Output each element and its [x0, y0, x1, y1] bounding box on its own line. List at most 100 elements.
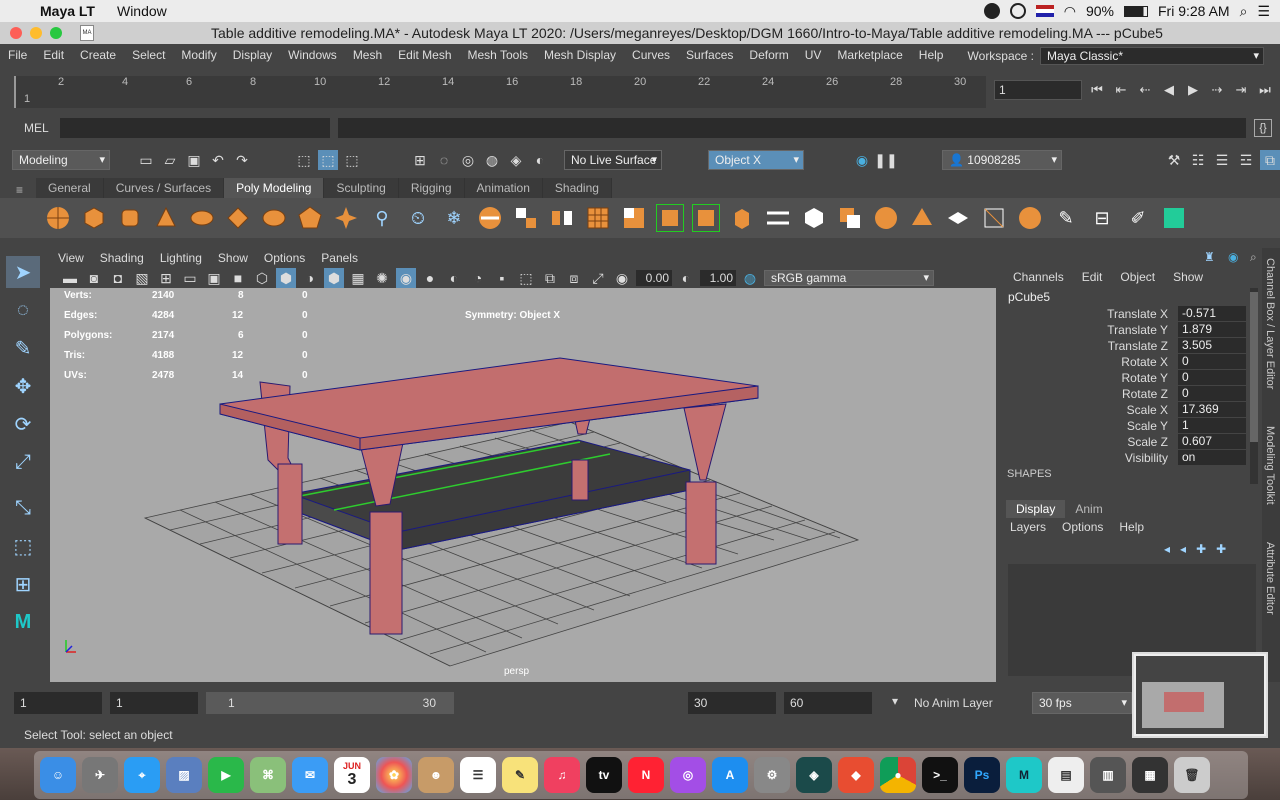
messages-icon[interactable]: ✉ [292, 757, 328, 793]
podcasts-icon[interactable]: ◎ [670, 757, 706, 793]
select-component-icon[interactable]: ⬚ [342, 150, 362, 170]
move-tool-icon[interactable]: ✥ [6, 370, 40, 402]
anti-aliasing-icon[interactable]: ◔ [468, 268, 488, 288]
notes-icon[interactable]: ✎ [502, 757, 538, 793]
sweep-mesh-icon[interactable]: ⚲ [368, 204, 396, 232]
mel-input[interactable] [60, 118, 330, 138]
scale-tool-icon[interactable]: ⤢ [6, 446, 40, 478]
battery-icon[interactable] [1124, 5, 1148, 17]
range-slider-bar[interactable]: 1 30 [206, 692, 454, 714]
app-menu[interactable]: Maya LT [40, 3, 95, 19]
cb-menu-edit[interactable]: Edit [1073, 270, 1112, 284]
gamma-icon[interactable]: ◐ [676, 268, 696, 288]
go-to-end-icon[interactable]: ⏭ [1256, 81, 1274, 99]
grid-toggle-icon[interactable]: ⊞ [156, 268, 176, 288]
menu-mesh[interactable]: Mesh [345, 48, 390, 62]
contacts-icon[interactable]: ☻ [418, 757, 454, 793]
timeline-track[interactable]: 1 2 4 6 8 10 12 14 16 18 20 22 24 26 28 … [14, 76, 986, 108]
type-icon[interactable]: ⏲ [404, 204, 432, 232]
current-frame-field[interactable]: 1 [994, 80, 1082, 100]
terminal-icon[interactable]: >_ [922, 757, 958, 793]
photoshop-icon[interactable]: Ps [964, 757, 1000, 793]
channel-row[interactable]: Scale Z 0.607 [1004, 434, 1248, 450]
creative-cloud-icon[interactable] [983, 3, 1000, 19]
film-gate-icon[interactable]: ▭ [180, 268, 200, 288]
connect-icon[interactable]: ✎ [1052, 204, 1080, 232]
spotlight-search-icon[interactable]: ⌕ [1240, 3, 1248, 20]
menu-surfaces[interactable]: Surfaces [678, 48, 741, 62]
side-tab-attribute-editor[interactable]: Attribute Editor [1264, 542, 1276, 615]
layer-editor-toggle-icon[interactable]: ⧉ [1260, 150, 1280, 170]
channel-box-pin-icon[interactable]: ♜ [1204, 250, 1215, 264]
two-sided-lighting-icon[interactable]: ⤢ [588, 268, 608, 288]
git-icon[interactable]: ◆ [838, 757, 874, 793]
play-forward-icon[interactable]: ▶ [1184, 81, 1202, 99]
side-tab-channel-box[interactable]: Channel Box / Layer Editor [1264, 258, 1276, 389]
new-scene-icon[interactable]: ▭ [136, 150, 156, 170]
safari-icon[interactable]: ⌖ [124, 757, 160, 793]
svg-icon[interactable]: ❄ [440, 204, 468, 232]
anim-layer-arrow-icon[interactable]: ▾ [892, 694, 898, 708]
vp-menu-options[interactable]: Options [256, 251, 313, 265]
cb-menu-object[interactable]: Object [1111, 270, 1164, 284]
mirror-icon[interactable] [548, 204, 576, 232]
documents-icon[interactable]: ▤ [1048, 757, 1084, 793]
menu-file[interactable]: File [0, 48, 35, 62]
vp-menu-lighting[interactable]: Lighting [152, 251, 210, 265]
bool-union-icon[interactable] [836, 204, 864, 232]
move-layer-down-icon[interactable]: ◂ [1180, 542, 1186, 556]
shadows-icon[interactable]: ◉ [396, 268, 416, 288]
insert-edge-loop-icon[interactable]: ⊟ [1088, 204, 1116, 232]
layer-menu-layers[interactable]: Layers [1010, 520, 1046, 534]
maya-lt-icon[interactable]: M [1006, 757, 1042, 793]
channel-value[interactable]: 0 [1178, 386, 1246, 401]
menu-deform[interactable]: Deform [741, 48, 796, 62]
bridge-icon[interactable] [764, 204, 792, 232]
shelf-tab-rigging[interactable]: Rigging [398, 178, 465, 198]
finder-icon[interactable]: ☺ [40, 757, 76, 793]
wedge-icon[interactable] [908, 204, 936, 232]
step-forward-key-icon[interactable]: ⇥ [1232, 81, 1250, 99]
menu-help[interactable]: Help [911, 48, 952, 62]
layer-menu-options[interactable]: Options [1062, 520, 1103, 534]
channel-value[interactable]: 1.879 [1178, 322, 1246, 337]
rotate-tool-icon[interactable]: ⟳ [6, 408, 40, 440]
undo-icon[interactable]: ↶ [208, 150, 228, 170]
close-window-button[interactable] [10, 27, 22, 39]
poly-cylinder-icon[interactable] [116, 204, 144, 232]
channel-box-toggle-icon[interactable]: ☲ [1236, 150, 1256, 170]
screenshot-thumbnail[interactable] [1132, 652, 1268, 738]
chrome-icon[interactable]: ● [880, 757, 916, 793]
menu-uv[interactable]: UV [797, 48, 830, 62]
channel-row[interactable]: Translate Y 1.879 [1004, 322, 1248, 338]
channel-value[interactable]: 1 [1178, 418, 1246, 433]
exposure-field[interactable]: 0.00 [636, 270, 672, 286]
animation-end-field[interactable]: 60 [784, 692, 872, 714]
playback-end-field[interactable]: 30 [688, 692, 776, 714]
trash-icon[interactable]: 🗑 [1174, 757, 1210, 793]
channel-value[interactable]: 0 [1178, 354, 1246, 369]
vp-menu-show[interactable]: Show [210, 251, 256, 265]
channel-box-help-icon[interactable]: ◉ [1228, 250, 1238, 264]
script-editor-icon[interactable]: {} [1254, 119, 1272, 137]
photos-icon[interactable]: ✿ [376, 757, 412, 793]
minimize-window-button[interactable] [30, 27, 42, 39]
layer-menu-help[interactable]: Help [1119, 520, 1144, 534]
anim-layer-field[interactable]: No Anim Layer [908, 692, 1008, 714]
channel-row[interactable]: Scale X 17.369 [1004, 402, 1248, 418]
channel-row[interactable]: Rotate X 0 [1004, 354, 1248, 370]
selected-object-name[interactable]: pCube5 [1008, 290, 1050, 304]
default-material-icon[interactable]: ◑ [300, 268, 320, 288]
select-camera-icon[interactable]: ▬ [60, 268, 80, 288]
menu-mesh-tools[interactable]: Mesh Tools [460, 48, 536, 62]
smooth-icon[interactable] [584, 204, 612, 232]
fps-dropdown[interactable]: 30 fps [1032, 692, 1132, 714]
save-scene-icon[interactable]: ▣ [184, 150, 204, 170]
gitkraken-icon[interactable]: ◈ [796, 757, 832, 793]
window-menu[interactable]: Window [117, 3, 167, 19]
platonic-solid-icon[interactable] [296, 204, 324, 232]
shelf-tab-general[interactable]: General [36, 178, 104, 198]
super-shape-icon[interactable] [332, 204, 360, 232]
new-layer-selected-icon[interactable]: ✚ [1216, 542, 1226, 556]
paint-select-tool-icon[interactable]: ✎ [6, 332, 40, 364]
